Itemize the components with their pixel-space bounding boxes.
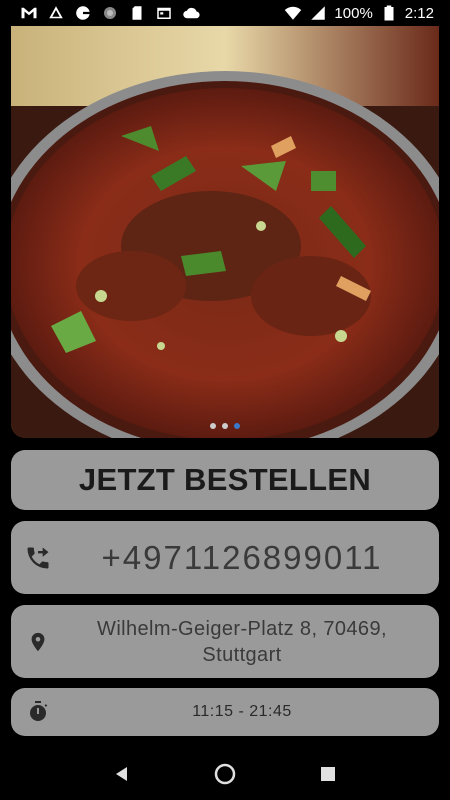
back-button[interactable] — [102, 754, 142, 794]
back-triangle-icon — [115, 767, 127, 781]
address: Wilhelm-Geiger-Platz 8, 70469, Stuttgart — [11, 616, 439, 668]
drive-icon — [47, 4, 65, 22]
calendar-icon — [155, 4, 173, 22]
home-circle-icon — [214, 763, 236, 785]
signal-icon — [309, 4, 327, 22]
gmail-icon — [20, 4, 38, 22]
phone-card[interactable]: +4971126899011 — [11, 521, 439, 594]
address-street: Wilhelm-Geiger-Platz 8, 70469, — [97, 617, 387, 640]
battery-icon — [380, 4, 398, 22]
order-now-label: JETZT BESTELLEN — [78, 462, 372, 497]
system-nav-bar — [0, 748, 450, 800]
clock: 2:12 — [404, 4, 434, 22]
notification-icons — [20, 4, 200, 22]
google-icon — [74, 4, 92, 22]
wifi-icon — [284, 4, 302, 22]
sd-card-icon — [128, 4, 146, 22]
pager-dot[interactable] — [222, 423, 228, 429]
address-city: Stuttgart — [202, 643, 282, 666]
location-pin-icon — [23, 627, 53, 657]
timer-icon — [23, 697, 53, 727]
recents-button[interactable] — [308, 754, 348, 794]
home-button[interactable] — [205, 754, 245, 794]
opening-hours-card[interactable]: 11:15 - 21:45 — [11, 688, 439, 736]
battery-percent: 100% — [334, 4, 373, 22]
address-card[interactable]: Wilhelm-Geiger-Platz 8, 70469, Stuttgart — [11, 605, 439, 678]
carousel-pager — [11, 423, 439, 429]
pager-dot[interactable] — [210, 423, 216, 429]
phone-forward-icon — [23, 543, 53, 573]
order-now-button[interactable]: JETZT BESTELLEN — [11, 450, 439, 510]
status-bar: 100% 2:12 — [0, 0, 450, 26]
pager-dot-active[interactable] — [234, 423, 240, 429]
recents-square-icon — [321, 767, 336, 781]
tracker-icon — [101, 4, 119, 22]
system-icons: 100% 2:12 — [284, 4, 434, 22]
cloud-icon — [182, 4, 200, 22]
food-image-carousel[interactable] — [11, 26, 439, 438]
curry-photo — [11, 26, 439, 438]
opening-hours: 11:15 - 21:45 — [192, 703, 292, 720]
phone-number: +4971126899011 — [101, 538, 383, 576]
